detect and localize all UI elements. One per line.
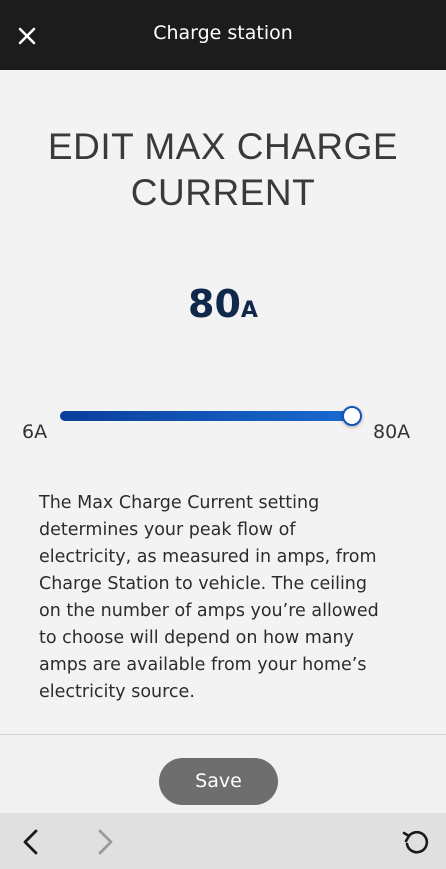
browser-nav-bar: [0, 813, 446, 869]
description-text: The Max Charge Current setting determine…: [39, 493, 379, 702]
max-current-slider[interactable]: [60, 404, 362, 428]
header-title: Charge station: [153, 22, 293, 44]
current-value-unit: A: [240, 298, 258, 323]
refresh-icon: [402, 830, 429, 854]
slider-max-label: 80A: [373, 421, 411, 443]
slider-min-label: 6A: [22, 421, 48, 443]
save-button[interactable]: Save: [159, 758, 278, 805]
slider-fill: [60, 411, 352, 421]
slider-thumb[interactable]: [342, 406, 362, 426]
chevron-left-icon: [23, 829, 38, 855]
footer: Save: [0, 735, 446, 813]
app-header: Charge station: [0, 0, 446, 70]
chevron-right-icon: [98, 829, 113, 855]
current-value-display: 80A: [0, 282, 446, 326]
refresh-button[interactable]: [401, 827, 431, 857]
page-title: EDIT MAX CHARGE CURRENT: [47, 126, 399, 213]
forward-button[interactable]: [90, 827, 120, 857]
back-button[interactable]: [16, 827, 46, 857]
current-value-number: 80: [188, 282, 241, 326]
